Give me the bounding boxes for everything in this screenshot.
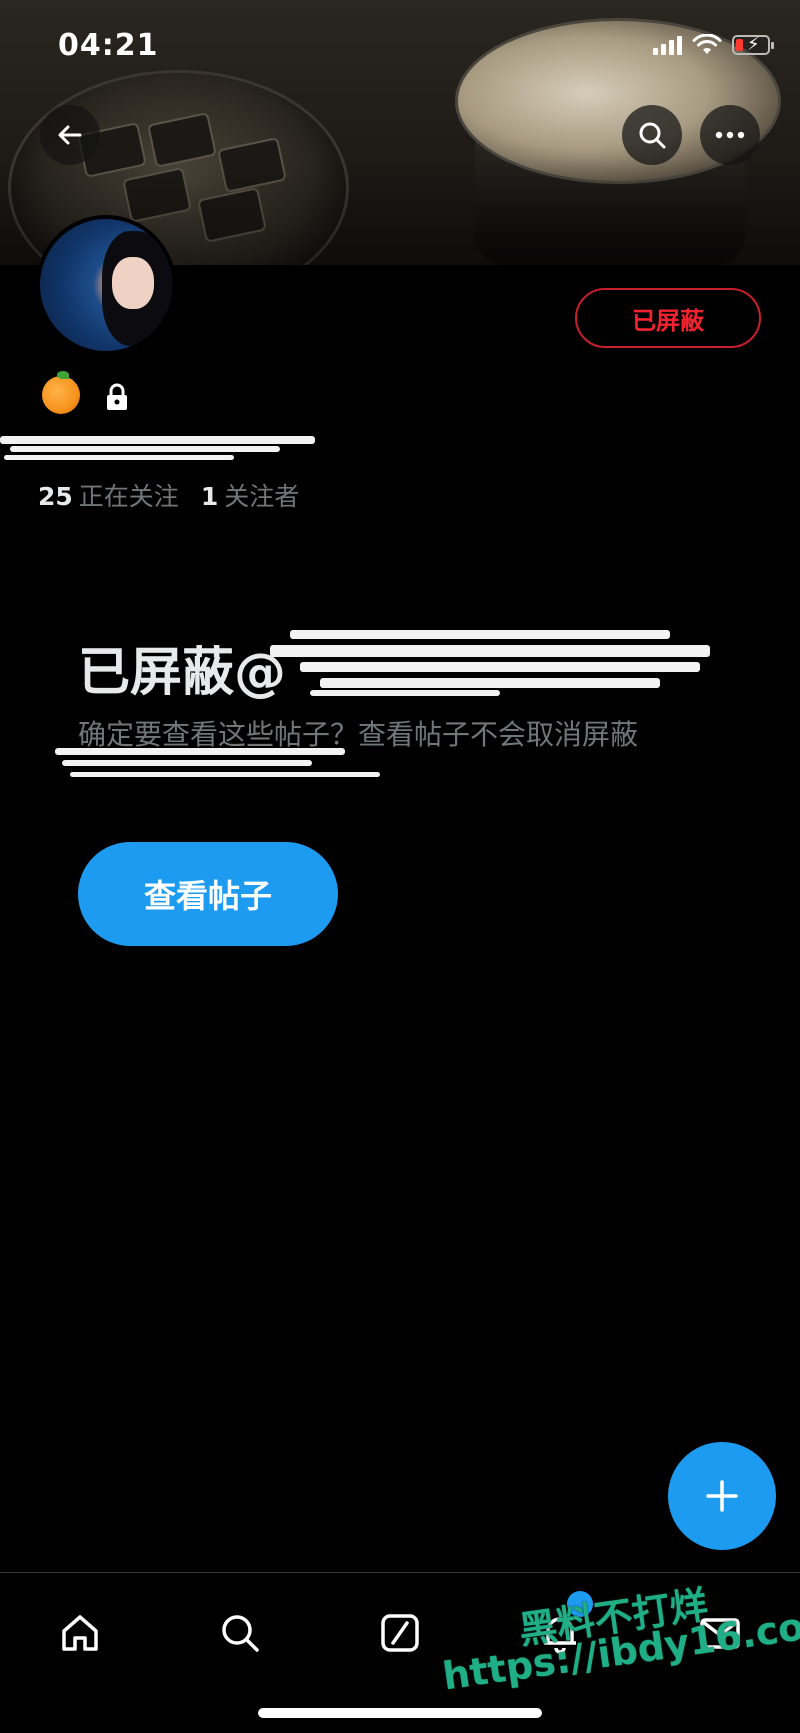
wifi-icon	[692, 34, 722, 54]
nav-grok[interactable]	[370, 1603, 430, 1663]
back-arrow-icon	[58, 125, 82, 145]
lock-icon	[107, 383, 127, 410]
following-stat[interactable]: 25 正在关注	[38, 482, 179, 511]
search-icon	[222, 1615, 259, 1652]
nav-search[interactable]	[210, 1603, 270, 1663]
home-indicator[interactable]	[258, 1708, 542, 1718]
followers-stat[interactable]: 1 关注者	[201, 482, 299, 511]
blocked-title: 已屏蔽@	[78, 643, 287, 703]
view-posts-button[interactable]: 查看帖子	[78, 842, 338, 946]
grok-icon	[381, 1614, 419, 1652]
back-button[interactable]	[40, 105, 100, 165]
search-icon	[639, 122, 666, 149]
follow-stats: 25 正在关注 1 关注者	[38, 477, 299, 513]
avatar-face	[112, 257, 154, 309]
cellular-signal-icon	[653, 35, 682, 55]
search-button[interactable]	[622, 105, 682, 165]
followers-label: 关注者	[224, 482, 300, 511]
charging-bolt-icon: ⚡	[747, 34, 760, 55]
compose-post-button[interactable]	[668, 1442, 776, 1550]
status-time: 04:21	[58, 28, 159, 63]
blocked-button[interactable]: 已屏蔽	[575, 288, 761, 348]
plus-icon	[706, 1480, 738, 1512]
following-count: 25	[38, 482, 73, 511]
nav-home[interactable]	[50, 1603, 110, 1663]
following-label: 正在关注	[78, 482, 179, 511]
more-dots-icon	[715, 131, 745, 139]
status-indicators: ⚡	[653, 34, 774, 56]
profile-avatar[interactable]	[36, 215, 176, 355]
orange-emoji-icon	[42, 371, 80, 414]
home-icon	[62, 1615, 98, 1651]
battery-icon: ⚡	[732, 34, 774, 55]
more-options-button[interactable]	[700, 105, 760, 165]
followers-count: 1	[200, 482, 219, 511]
